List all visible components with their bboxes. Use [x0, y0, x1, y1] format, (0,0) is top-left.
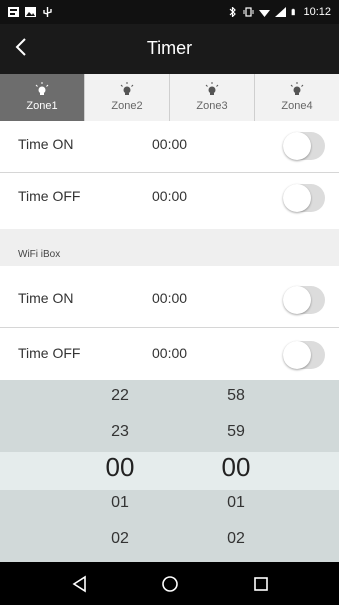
wifi-time-on-toggle[interactable] — [283, 286, 325, 314]
status-time: 10:12 — [303, 6, 331, 18]
minute-wheel[interactable]: 58 59 00 01 02 — [196, 380, 276, 562]
divider — [0, 327, 339, 328]
toggle-knob — [283, 341, 311, 369]
minute-option[interactable]: 58 — [196, 387, 276, 405]
tab-zone1[interactable]: Zone1 — [0, 74, 85, 121]
hour-option[interactable]: 02 — [80, 530, 160, 548]
minute-option[interactable]: 59 — [196, 423, 276, 441]
hour-option[interactable]: 01 — [80, 494, 160, 512]
picker-selection-band — [0, 452, 339, 490]
toggle-knob — [283, 184, 311, 212]
wifi-time-off-row[interactable]: Time OFF 00:00 — [0, 330, 339, 380]
row-label: Time OFF — [18, 345, 81, 361]
app-bar: Timer — [0, 24, 339, 74]
toggle-knob — [283, 132, 311, 160]
selected-hour[interactable]: 00 — [80, 452, 160, 483]
wifi-time-off-toggle[interactable] — [283, 341, 325, 369]
hour-option[interactable]: 22 — [80, 387, 160, 405]
tab-zone4[interactable]: Zone4 — [255, 74, 339, 121]
system-nav-bar — [0, 562, 339, 605]
wifi-icon — [259, 10, 271, 17]
bulb-icon — [205, 82, 219, 95]
time-value[interactable]: 00:00 — [152, 290, 187, 306]
bulb-icon — [35, 82, 49, 95]
tab-label: Zone4 — [281, 100, 313, 112]
picker-band — [0, 490, 339, 526]
section-label: WiFi iBox — [18, 249, 61, 260]
tab-zone3[interactable]: Zone3 — [170, 74, 255, 121]
time-value[interactable]: 00:00 — [152, 136, 187, 152]
time-value[interactable]: 00:00 — [152, 188, 187, 204]
status-bar: 10:12 — [0, 0, 339, 24]
home-circle-icon[interactable] — [160, 574, 180, 594]
time-picker[interactable]: 22 23 00 01 02 58 59 00 01 02 — [0, 380, 339, 562]
wifi-time-on-row[interactable]: Time ON 00:00 — [0, 275, 339, 325]
zone-time-on-row[interactable]: Time ON 00:00 — [0, 121, 339, 171]
recents-square-icon[interactable] — [251, 574, 271, 594]
image-icon — [25, 7, 36, 17]
page-title: Timer — [146, 38, 193, 58]
tab-label: Zone1 — [26, 100, 58, 112]
bluetooth-icon — [230, 7, 237, 17]
time-on-toggle[interactable] — [283, 132, 325, 160]
picker-band — [0, 416, 339, 452]
signal-icon — [275, 7, 287, 17]
notification-icon — [8, 7, 19, 17]
bulb-icon — [120, 82, 134, 95]
tab-label: Zone3 — [196, 100, 228, 112]
picker-band — [0, 526, 339, 562]
toggle-knob — [283, 286, 311, 314]
selected-minute[interactable]: 00 — [196, 452, 276, 483]
bulb-icon — [290, 82, 304, 95]
zone-tabs: Zone1 Zone2 Zone3 Zone4 — [0, 74, 339, 122]
picker-band — [0, 380, 339, 416]
row-label: Time ON — [18, 290, 74, 306]
zone-time-off-row[interactable]: Time OFF 00:00 — [0, 173, 339, 223]
wifi-section-header: WiFi iBox — [0, 229, 339, 266]
back-triangle-icon[interactable] — [70, 574, 90, 594]
time-value[interactable]: 00:00 — [152, 345, 187, 361]
usb-icon — [43, 7, 52, 17]
minute-option[interactable]: 01 — [196, 494, 276, 512]
tab-zone2[interactable]: Zone2 — [85, 74, 170, 121]
time-off-toggle[interactable] — [283, 184, 325, 212]
battery-icon — [292, 8, 296, 16]
tab-label: Zone2 — [111, 100, 143, 112]
hour-wheel[interactable]: 22 23 00 01 02 — [80, 380, 160, 562]
hour-option[interactable]: 23 — [80, 423, 160, 441]
minute-option[interactable]: 02 — [196, 530, 276, 548]
vibrate-icon — [243, 7, 254, 17]
row-label: Time ON — [18, 136, 74, 152]
row-label: Time OFF — [18, 188, 81, 204]
